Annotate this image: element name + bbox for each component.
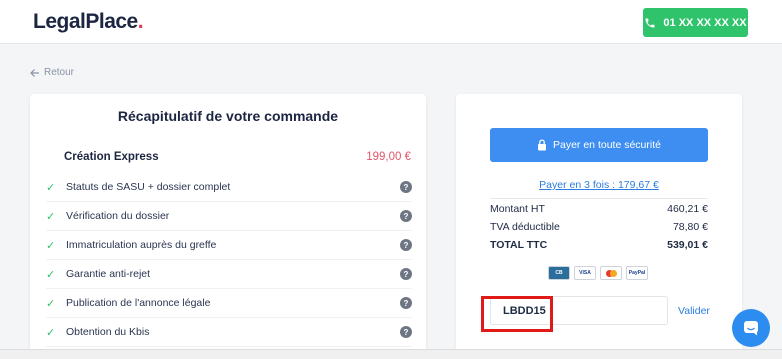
back-link[interactable]: Retour: [30, 67, 74, 78]
amount-ht-label: Montant HT: [490, 203, 545, 215]
payment-methods: CB VISA PayPal: [548, 266, 648, 280]
check-icon: ✓: [46, 181, 56, 194]
phone-icon: [645, 18, 655, 27]
feature-label: Obtention du Kbis: [66, 326, 150, 338]
pay-button-label: Payer en toute sécurité: [553, 139, 661, 151]
check-icon: ✓: [46, 326, 56, 339]
check-icon: ✓: [46, 268, 56, 281]
phone-number-label: 01 XX XX XX XX: [663, 16, 747, 29]
feature-label: Vérification du dossier: [66, 210, 170, 222]
divider: [490, 198, 708, 199]
amount-ht-row: Montant HT 460,21 €: [490, 203, 708, 215]
check-icon: ✓: [46, 297, 56, 310]
legalplace-logo[interactable]: LegalPlace.: [33, 10, 144, 34]
feature-label: Statuts de SASU + dossier complet: [66, 181, 231, 193]
order-summary-card: Récapitulatif de votre commande Création…: [30, 94, 426, 354]
feature-label: Immatriculation auprès du greffe: [66, 239, 217, 251]
arrow-left-icon: [30, 68, 39, 77]
top-header: LegalPlace. 01 XX XX XX XX: [0, 0, 782, 44]
vat-value: 78,80 €: [672, 221, 708, 233]
feature-label: Publication de l'annonce légale: [66, 297, 211, 309]
product-row: Création Express 199,00 €: [64, 151, 411, 163]
help-icon[interactable]: ?: [400, 268, 412, 280]
summary-title: Récapitulatif de votre commande: [117, 108, 339, 124]
feature-item: ✓ Publication de l'annonce légale ?: [46, 289, 412, 318]
cb-card-icon: CB: [548, 266, 570, 280]
installments-link[interactable]: Payer en 3 fois : 179,67 €: [456, 179, 742, 191]
help-icon[interactable]: ?: [400, 297, 412, 309]
check-icon: ✓: [46, 239, 56, 252]
phone-call-button[interactable]: 01 XX XX XX XX: [643, 8, 748, 37]
total-value: 539,01 €: [667, 239, 708, 251]
total-label: TOTAL TTC: [490, 239, 548, 251]
feature-item: ✓ Immatriculation auprès du greffe ?: [46, 231, 412, 260]
product-name: Création Express: [64, 151, 159, 163]
help-icon[interactable]: ?: [400, 326, 412, 338]
help-icon[interactable]: ?: [400, 239, 412, 251]
vat-row: TVA déductible 78,80 €: [490, 221, 708, 233]
vat-label: TVA déductible: [490, 221, 560, 233]
total-row: TOTAL TTC 539,01 €: [490, 239, 708, 251]
promo-code-highlight: [481, 296, 553, 332]
feature-item: ✓ Vérification du dossier ?: [46, 202, 412, 231]
feature-item: ✓ Statuts de SASU + dossier complet ?: [46, 173, 412, 202]
validate-promo-button[interactable]: Valider: [678, 305, 710, 317]
feature-item: ✓ Garantie anti-rejet ?: [46, 260, 412, 289]
feature-item: ✓ Obtention du Kbis ?: [46, 318, 412, 347]
back-label: Retour: [44, 67, 75, 78]
feature-label: Garantie anti-rejet: [66, 268, 151, 280]
amount-ht-value: 460,21 €: [667, 203, 708, 215]
chat-icon: [744, 321, 758, 336]
chat-launcher-button[interactable]: [732, 309, 770, 347]
pay-securely-button[interactable]: Payer en toute sécurité: [490, 128, 708, 162]
visa-card-icon: VISA: [574, 266, 596, 280]
horizontal-scrollbar[interactable]: [0, 349, 782, 359]
product-price: 199,00 €: [366, 151, 411, 163]
mastercard-icon: [600, 266, 622, 280]
help-icon[interactable]: ?: [400, 181, 412, 193]
help-icon[interactable]: ?: [400, 210, 412, 222]
check-icon: ✓: [46, 210, 56, 223]
paypal-icon: PayPal: [626, 266, 648, 280]
lock-icon: [538, 139, 546, 151]
